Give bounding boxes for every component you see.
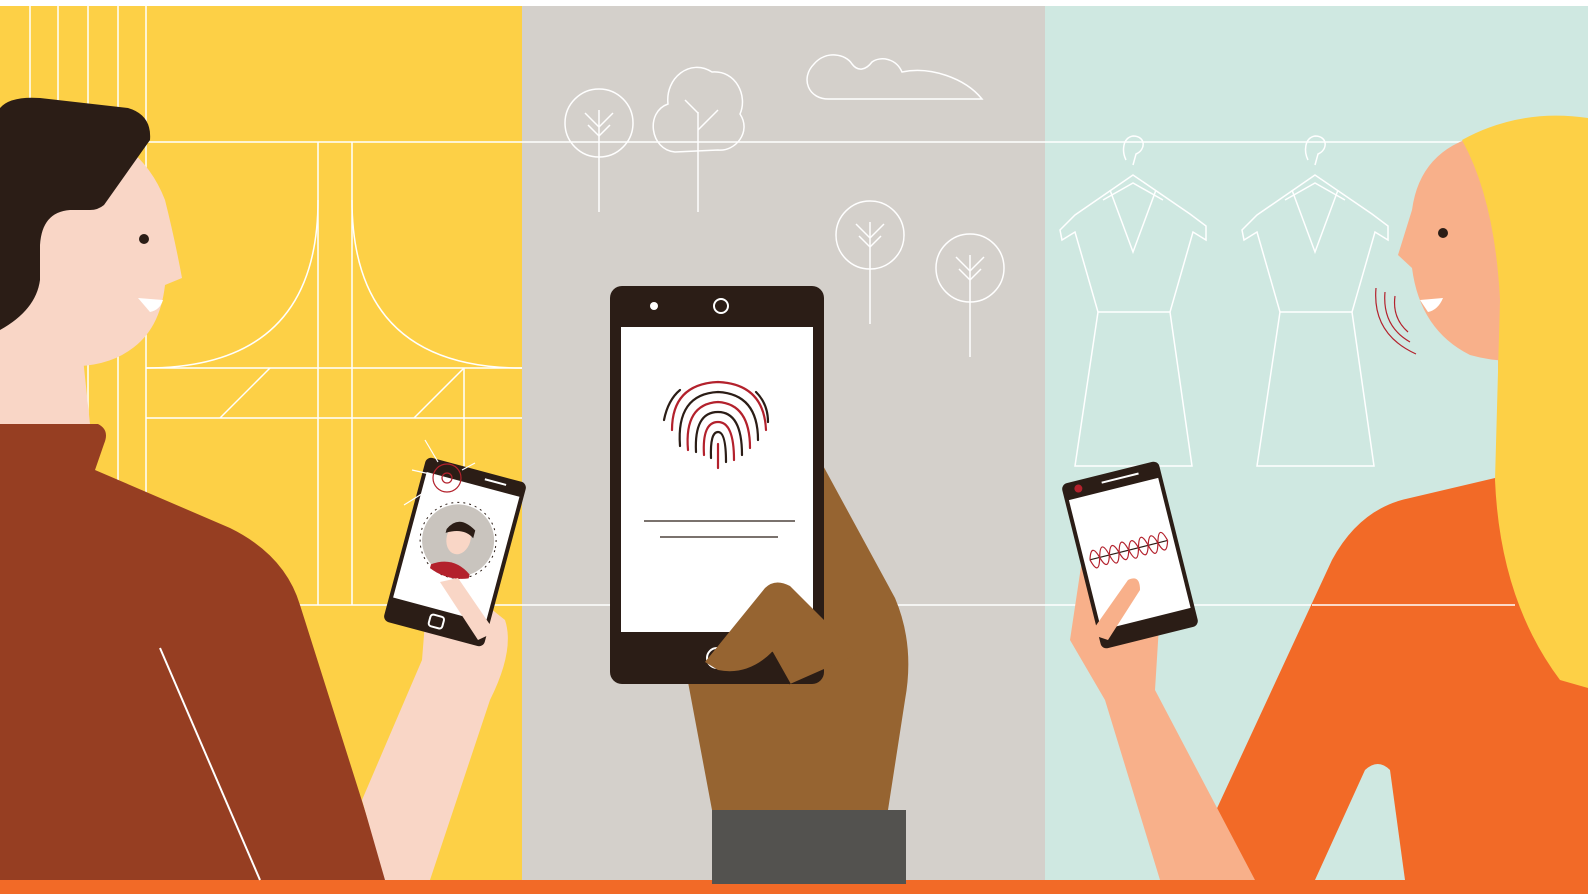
- right-person-eye: [1438, 228, 1448, 238]
- left-person-eye: [139, 234, 149, 244]
- center-sleeve: [712, 810, 906, 884]
- biometrics-illustration: [0, 0, 1588, 894]
